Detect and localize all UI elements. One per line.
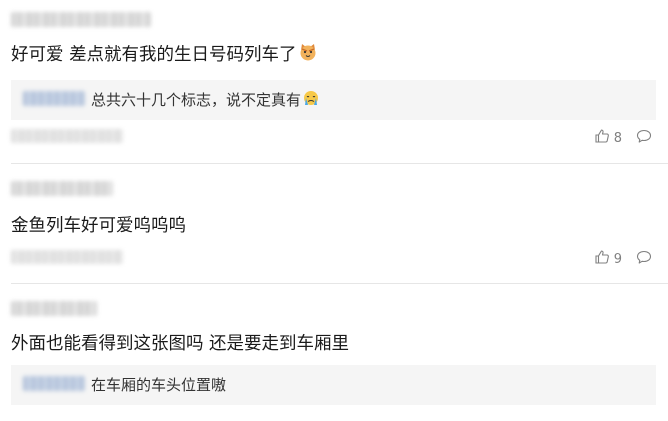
comment-text: 金鱼列车好可爱呜呜呜 bbox=[11, 214, 186, 238]
blurred-username bbox=[11, 181, 113, 196]
divider bbox=[11, 283, 668, 284]
reply-text: 在车厢的车头位置嗷 bbox=[91, 374, 226, 396]
blurred-timestamp bbox=[11, 129, 123, 143]
comment-body: 好可爱 差点就有我的生日号码列车了 bbox=[11, 45, 297, 65]
blurred-timestamp bbox=[11, 250, 123, 264]
reply-box[interactable]: 在车厢的车头位置嗷 bbox=[11, 365, 656, 405]
comment-text: 外面也能看得到这张图吗 还是要走到车厢里 bbox=[11, 332, 349, 356]
reply-text: 总共六十几个标志，说不定真有 bbox=[91, 89, 320, 113]
cat-face-emoji-icon bbox=[298, 42, 318, 69]
comment-text: 好可爱 差点就有我的生日号码列车了 bbox=[11, 42, 318, 69]
reply-body: 在车厢的车头位置嗷 bbox=[91, 376, 227, 394]
blurred-reply-username bbox=[23, 91, 85, 106]
comment-actions: 8 bbox=[594, 128, 652, 148]
comment-body: 金鱼列车好可爱呜呜呜 bbox=[11, 216, 186, 236]
like-count: 9 bbox=[613, 251, 622, 267]
speech-bubble-icon[interactable] bbox=[636, 128, 652, 148]
reply-box[interactable]: 总共六十几个标志，说不定真有 bbox=[11, 80, 656, 120]
comment-actions: 9 bbox=[594, 249, 652, 269]
thumbs-up-icon bbox=[594, 128, 610, 148]
blurred-username bbox=[11, 12, 151, 27]
blurred-username bbox=[11, 301, 97, 316]
like-button[interactable]: 8 bbox=[594, 128, 622, 148]
reply-body: 总共六十几个标志，说不定真有 bbox=[91, 91, 302, 109]
blurred-reply-username bbox=[23, 376, 85, 391]
comment-body: 外面也能看得到这张图吗 还是要走到车厢里 bbox=[11, 334, 350, 354]
crying-face-emoji-icon bbox=[302, 89, 320, 113]
thumbs-up-icon bbox=[594, 249, 610, 269]
like-count: 8 bbox=[613, 130, 622, 146]
divider bbox=[11, 163, 668, 164]
like-button[interactable]: 9 bbox=[594, 249, 622, 269]
speech-bubble-icon[interactable] bbox=[636, 249, 652, 269]
